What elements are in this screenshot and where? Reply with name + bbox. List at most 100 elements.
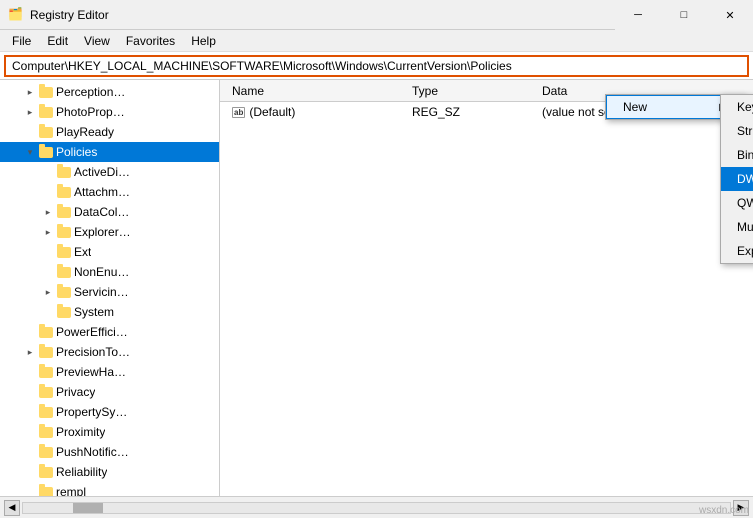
folder-icon	[56, 224, 72, 240]
new-submenu: KeyString ValueBinary ValueDWORD (32-bit…	[720, 94, 753, 264]
col-header-name: Name	[224, 84, 404, 98]
folder-icon	[56, 264, 72, 280]
menu-item-file[interactable]: File	[4, 32, 39, 50]
tree-label: PowerEffici…	[56, 325, 128, 339]
tree-item[interactable]: Proximity	[0, 422, 219, 442]
tree-item[interactable]: PlayReady	[0, 122, 219, 142]
tree-expand-icon[interactable]: ▾	[22, 144, 38, 160]
menu-item-edit[interactable]: Edit	[39, 32, 76, 50]
tree-expand-icon[interactable]: ▸	[22, 84, 38, 100]
tree-item[interactable]: ▸ PhotoProp…	[0, 102, 219, 122]
tree-expand-icon	[40, 184, 56, 200]
tree-label: rempl	[56, 485, 86, 496]
scroll-track[interactable]	[22, 502, 731, 514]
tree-item[interactable]: ▸ Servicin…	[0, 282, 219, 302]
submenu-item-multi-string-value[interactable]: Multi-String Value	[721, 215, 753, 239]
tree-label: Privacy	[56, 385, 95, 399]
folder-icon	[56, 184, 72, 200]
tree-item[interactable]: Privacy	[0, 382, 219, 402]
folder-icon	[38, 484, 54, 496]
tree-label: Reliability	[56, 465, 107, 479]
tree-expand-icon	[22, 124, 38, 140]
folder-icon	[38, 404, 54, 420]
reg-icon: ab	[232, 107, 245, 118]
address-bar	[0, 52, 753, 80]
tree-item[interactable]: ▸ Explorer…	[0, 222, 219, 242]
tree-item[interactable]: rempl	[0, 482, 219, 496]
tree-item[interactable]: ActiveDi…	[0, 162, 219, 182]
tree-label: DataCol…	[74, 205, 129, 219]
tree-label: System	[74, 305, 114, 319]
folder-icon	[38, 444, 54, 460]
tree-label: ActiveDi…	[74, 165, 130, 179]
folder-icon	[56, 204, 72, 220]
tree-item[interactable]: System	[0, 302, 219, 322]
tree-item[interactable]: ▸ DataCol…	[0, 202, 219, 222]
folder-icon	[38, 104, 54, 120]
app-icon: 🗂️	[8, 7, 24, 23]
tree-item[interactable]: Ext	[0, 242, 219, 262]
tree-expand-icon[interactable]: ▸	[22, 344, 38, 360]
tree-expand-icon[interactable]: ▸	[22, 104, 38, 120]
tree-expand-icon[interactable]: ▸	[40, 204, 56, 220]
tree-item[interactable]: PropertySy…	[0, 402, 219, 422]
tree-label: PushNotific…	[56, 445, 129, 459]
tree-panel: ▸ Perception… ▸ PhotoProp… PlayReady ▾ Policie…	[0, 80, 220, 496]
folder-icon	[38, 124, 54, 140]
tree-label: Perception…	[56, 85, 125, 99]
tree-label: Servicin…	[74, 285, 129, 299]
menu-item-help[interactable]: Help	[183, 32, 224, 50]
folder-icon	[38, 144, 54, 160]
submenu-item-expandable-string-value[interactable]: Expandable String Value	[721, 239, 753, 263]
tree-label: PropertySy…	[56, 405, 127, 419]
tree-expand-icon[interactable]: ▸	[40, 284, 56, 300]
tree-expand-icon	[22, 484, 38, 496]
tree-expand-icon	[40, 244, 56, 260]
scroll-left[interactable]: ◀	[4, 500, 20, 516]
minimize-button[interactable]: ─	[615, 0, 661, 30]
folder-icon	[38, 384, 54, 400]
watermark: wsxdn.com	[699, 505, 749, 516]
tree-label: PrecisionTo…	[56, 345, 130, 359]
submenu-item-binary-value[interactable]: Binary Value	[721, 143, 753, 167]
folder-icon	[38, 364, 54, 380]
menu-item-view[interactable]: View	[76, 32, 118, 50]
tree-item[interactable]: NonEnu…	[0, 262, 219, 282]
close-button[interactable]: ✕	[707, 0, 753, 30]
folder-icon	[38, 324, 54, 340]
scroll-thumb	[73, 503, 103, 513]
window-controls: ─ □ ✕	[615, 0, 753, 30]
tree-expand-icon	[22, 404, 38, 420]
tree-label: Proximity	[56, 425, 105, 439]
address-input[interactable]	[4, 55, 749, 77]
tree-item[interactable]: ▸ PrecisionTo…	[0, 342, 219, 362]
tree-expand-icon	[22, 384, 38, 400]
tree-expand-icon	[40, 304, 56, 320]
maximize-button[interactable]: □	[661, 0, 707, 30]
submenu-item-dword-(32-bit)-value[interactable]: DWORD (32-bit) Value	[721, 167, 753, 191]
tree-item[interactable]: PowerEffici…	[0, 322, 219, 342]
tree-label: PlayReady	[56, 125, 114, 139]
menu-item-favorites[interactable]: Favorites	[118, 32, 183, 50]
tree-label: PhotoProp…	[56, 105, 125, 119]
tree-item[interactable]: Attachm…	[0, 182, 219, 202]
tree-expand-icon	[22, 324, 38, 340]
submenu-item-string-value[interactable]: String Value	[721, 119, 753, 143]
submenu-item-key[interactable]: Key	[721, 95, 753, 119]
tree-label: Policies	[56, 145, 97, 159]
row-name: ab(Default)	[224, 105, 404, 119]
tree-item[interactable]: PushNotific…	[0, 442, 219, 462]
tree-item[interactable]: Reliability	[0, 462, 219, 482]
folder-icon	[38, 344, 54, 360]
tree-expand-icon[interactable]: ▸	[40, 224, 56, 240]
menu-bar: FileEditViewFavoritesHelp	[0, 30, 753, 52]
tree-item[interactable]: ▸ Perception…	[0, 82, 219, 102]
tree-label: Explorer…	[74, 225, 131, 239]
tree-item[interactable]: ▾ Policies	[0, 142, 219, 162]
folder-icon	[56, 284, 72, 300]
tree-expand-icon	[40, 264, 56, 280]
submenu-item-qword-(64-bit)-value[interactable]: QWORD (64-bit) Value	[721, 191, 753, 215]
tree-item[interactable]: PreviewHa…	[0, 362, 219, 382]
folder-icon	[38, 464, 54, 480]
tree-label: PreviewHa…	[56, 365, 126, 379]
